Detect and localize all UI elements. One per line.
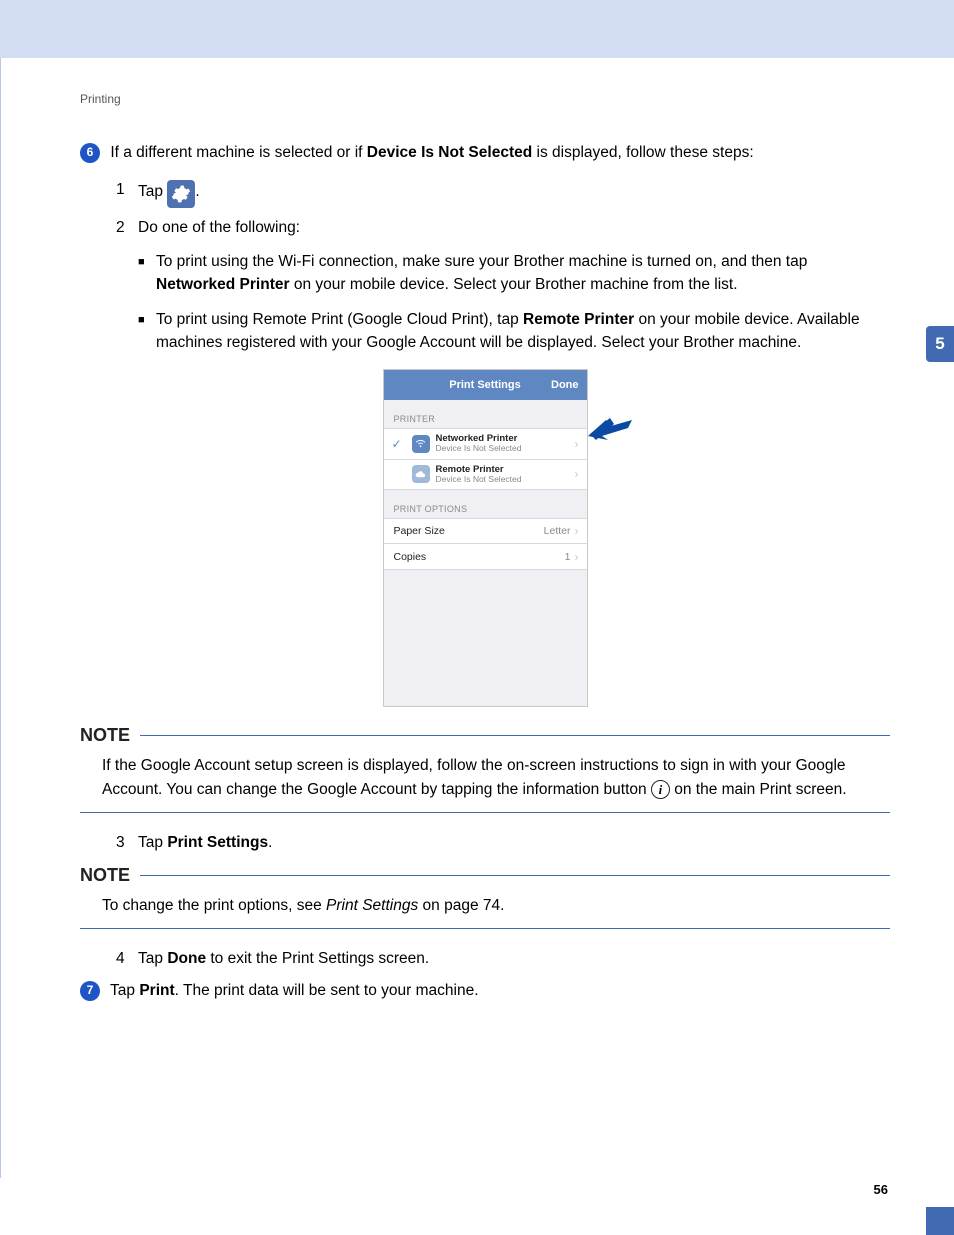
step-bullet-7: 7 (80, 981, 100, 1001)
note-label: NOTE (80, 725, 130, 746)
page-number: 56 (874, 1182, 888, 1197)
square-bullet-icon: ■ (138, 308, 156, 355)
note-2-body: To change the print options, see Print S… (80, 886, 890, 928)
substep-num-2: 2 (116, 216, 138, 239)
chevron-right-icon: › (575, 437, 579, 451)
bullet-1-c: on your mobile device. Select your Broth… (290, 276, 738, 293)
cloud-icon (412, 465, 430, 483)
substep-num-3: 3 (116, 831, 138, 854)
note-2-text-b: on page 74. (418, 897, 504, 914)
header-band (0, 0, 954, 58)
group-label-options: PRINT OPTIONS (384, 490, 587, 518)
done-button[interactable]: Done (551, 379, 579, 391)
note-heading: NOTE (80, 865, 890, 886)
step-7-a: Tap (110, 982, 139, 999)
note-2-text-a: To change the print options, see (102, 897, 326, 914)
step-7: 7 Tap Print. The print data will be sent… (80, 980, 890, 1002)
note-rule (80, 812, 890, 813)
substep-num-4: 4 (116, 947, 138, 970)
square-bullet-icon: ■ (138, 250, 156, 297)
step-6-text-a: If a different machine is selected or if (110, 144, 366, 161)
section-heading: Printing (80, 92, 890, 106)
substep-1-text-c: . (195, 184, 199, 201)
row-subtitle: Device Is Not Selected (436, 444, 575, 453)
step-7-c: . The print data will be sent to your ma… (175, 982, 479, 999)
group-label-printer: PRINTER (384, 400, 587, 428)
substep-3-b: Print Settings (167, 834, 268, 851)
row-paper-size[interactable]: Paper Size Letter › (384, 518, 587, 544)
note-rule (80, 928, 890, 929)
checkmark-icon: ✓ (392, 437, 408, 451)
chevron-right-icon: › (575, 524, 579, 538)
bullet-1-a: To print using the Wi-Fi connection, mak… (156, 253, 807, 270)
step-6: 6 If a different machine is selected or … (80, 142, 890, 164)
print-settings-screenshot: Print Settings Done PRINTER ✓ Networked … (80, 369, 890, 708)
bullet-remote: ■ To print using Remote Print (Google Cl… (138, 308, 890, 355)
substep-4-b: Done (167, 950, 206, 967)
bullet-2-a: To print using Remote Print (Google Clou… (156, 311, 523, 328)
row-copies[interactable]: Copies 1 › (384, 544, 587, 570)
step-6-text-b: Device Is Not Selected (367, 144, 532, 161)
substep-num-1: 1 (116, 178, 138, 206)
substep-4-a: Tap (138, 950, 167, 967)
chevron-right-icon: › (575, 467, 579, 481)
bullet-2-b: Remote Printer (523, 311, 634, 328)
bullet-1-b: Networked Printer (156, 276, 290, 293)
screenshot-navbar: Print Settings Done (384, 370, 587, 400)
row-value: 1 (565, 551, 571, 563)
step-bullet-6: 6 (80, 143, 100, 163)
substep-1: 1 Tap . (116, 178, 890, 206)
wifi-icon (412, 435, 430, 453)
substep-1-text-a: Tap (138, 184, 167, 201)
row-label: Paper Size (392, 525, 445, 537)
step-7-b: Print (139, 982, 174, 999)
step-6-text-c: is displayed, follow these steps: (532, 144, 753, 161)
chevron-right-icon: › (575, 550, 579, 564)
substep-3-a: Tap (138, 834, 167, 851)
row-networked-printer[interactable]: ✓ Networked Printer Device Is Not Select… (384, 428, 587, 460)
gear-icon (167, 180, 195, 208)
substep-3: 3 Tap Print Settings. (116, 831, 890, 854)
row-subtitle: Device Is Not Selected (436, 475, 575, 484)
substep-4: 4 Tap Done to exit the Print Settings sc… (116, 947, 890, 970)
substep-2: 2 Do one of the following: (116, 216, 890, 239)
footer-tab (926, 1207, 954, 1235)
note-label: NOTE (80, 865, 130, 886)
substep-4-c: to exit the Print Settings screen. (206, 950, 429, 967)
note-1-body: If the Google Account setup screen is di… (80, 746, 890, 812)
callout-arrow-icon (588, 414, 940, 447)
row-value: Letter (544, 525, 571, 537)
note-1-text-b: on the main Print screen. (674, 781, 846, 798)
note-heading: NOTE (80, 725, 890, 746)
substep-3-c: . (268, 834, 272, 851)
info-icon: i (651, 780, 670, 799)
note-2-ref: Print Settings (326, 897, 418, 914)
row-remote-printer[interactable]: Remote Printer Device Is Not Selected › (384, 460, 587, 491)
bullet-networked: ■ To print using the Wi-Fi connection, m… (138, 250, 890, 297)
row-label: Copies (392, 551, 427, 563)
substep-2-text: Do one of the following: (138, 216, 300, 239)
